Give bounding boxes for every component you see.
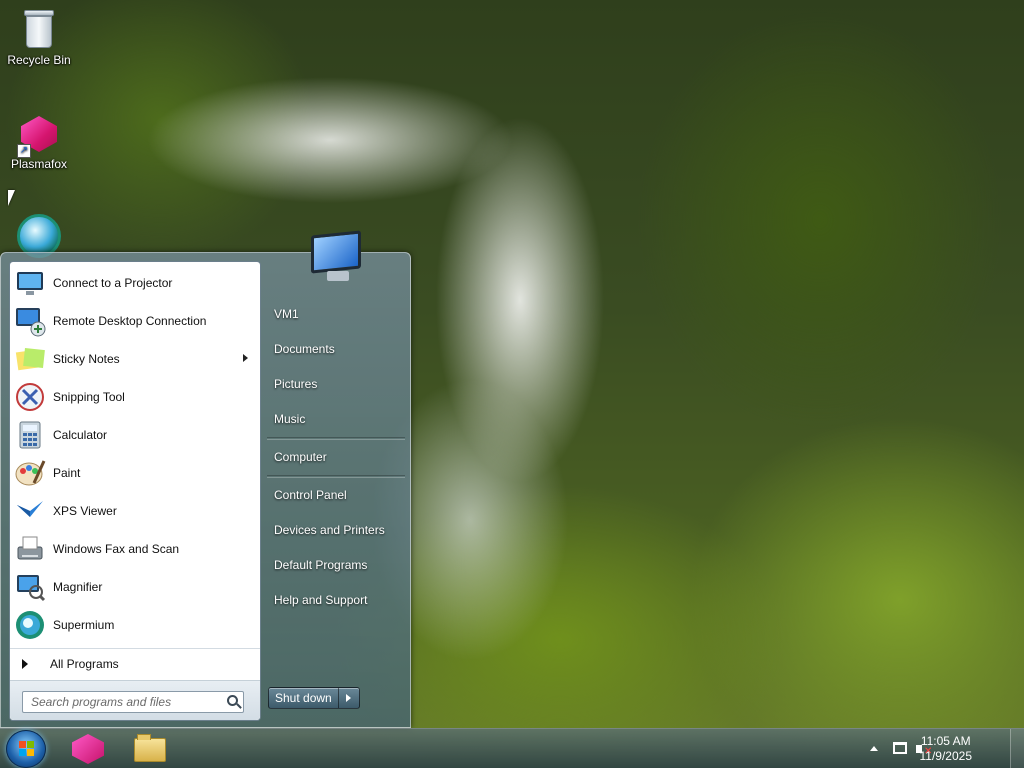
plasmafox-icon [72,734,104,764]
clock-date: 11/9/2025 [919,749,973,763]
program-remote-desktop-connection[interactable]: Remote Desktop Connection [10,302,260,340]
desktop-icon-plasmafox[interactable]: ↗ Plasmafox [1,114,77,171]
program-label: Paint [53,466,81,480]
xps-viewer-icon [14,495,46,527]
program-label: Connect to a Projector [53,276,173,290]
file-explorer-icon [134,734,166,762]
search-input[interactable]: Search programs and files [22,691,244,713]
start-menu-programs-pane: Connect to a Projector Remote Desktop Co… [9,261,261,721]
place-control-panel[interactable]: Control Panel [263,478,409,513]
place-user-folder[interactable]: VM1 [263,297,409,332]
user-picture-icon[interactable] [305,229,365,285]
place-help-and-support[interactable]: Help and Support [263,583,409,618]
program-label: Supermium [53,618,115,632]
taskbar-file-explorer-button[interactable] [122,732,176,766]
network-icon[interactable] [893,742,907,754]
desktop-icon-label: Plasmafox [10,157,68,171]
expand-arrow-icon [22,659,28,669]
place-music[interactable]: Music [263,402,409,437]
start-menu: Connect to a Projector Remote Desktop Co… [0,230,411,728]
program-label: XPS Viewer [53,504,117,518]
program-label: Windows Fax and Scan [53,542,180,556]
fax-scan-icon [14,533,46,565]
clock-time: 11:05 AM [920,734,971,748]
program-connect-to-projector[interactable]: Connect to a Projector [10,264,260,302]
snipping-tool-icon [14,381,46,413]
recycle-bin-icon [22,6,56,50]
start-button[interactable] [6,730,46,768]
plasmafox-icon: ↗ [15,114,63,158]
show-hidden-icons-icon[interactable] [870,746,878,751]
taskbar-plasmafox-button[interactable] [62,732,116,766]
search-icon[interactable] [227,695,238,706]
calculator-icon [14,419,46,451]
place-default-programs[interactable]: Default Programs [263,548,409,583]
place-documents[interactable]: Documents [263,332,409,367]
windows-logo-icon [19,741,35,757]
program-label: Snipping Tool [53,390,125,404]
place-computer[interactable]: Computer [263,440,409,475]
program-magnifier[interactable]: Magnifier [10,568,260,606]
system-tray: ✕ 11:05 AM 11/9/2025 [824,729,1024,768]
all-programs-label: All Programs [50,656,119,671]
clock[interactable]: 11:05 AM 11/9/2025 [920,734,973,764]
desktop-icon-recycle-bin[interactable]: Recycle Bin [1,6,77,67]
program-xps-viewer[interactable]: XPS Viewer [10,492,260,530]
shutdown-options-arrow-icon[interactable] [339,688,359,708]
shutdown-button-group: Shut down [268,687,360,709]
start-menu-places-pane: VM1 Documents Pictures Music Computer Co… [263,297,409,618]
program-label: Calculator [53,428,108,442]
magnifier-icon [14,571,46,603]
sticky-notes-icon [14,343,46,375]
search-placeholder: Search programs and files [31,695,172,709]
all-programs-button[interactable]: All Programs [10,648,260,678]
mouse-cursor-icon [8,190,15,206]
program-snipping-tool[interactable]: Snipping Tool [10,378,260,416]
supermium-icon [14,609,46,641]
program-windows-fax-and-scan[interactable]: Windows Fax and Scan [10,530,260,568]
desktop-icon-label: Recycle Bin [7,53,71,67]
program-list: Connect to a Projector Remote Desktop Co… [10,264,260,644]
place-pictures[interactable]: Pictures [263,367,409,402]
program-label: Remote Desktop Connection [53,314,207,328]
program-calculator[interactable]: Calculator [10,416,260,454]
taskbar: ✕ 11:05 AM 11/9/2025 [0,728,1024,768]
place-devices-and-printers[interactable]: Devices and Printers [263,513,409,548]
submenu-arrow-icon[interactable] [243,354,248,362]
remote-desktop-icon [14,305,46,337]
paint-icon [14,457,46,489]
projector-icon [14,267,46,299]
show-desktop-button[interactable] [1010,729,1024,768]
program-label: Sticky Notes [53,352,120,366]
program-sticky-notes[interactable]: Sticky Notes [10,340,260,378]
program-label: Magnifier [53,580,103,594]
shutdown-button[interactable]: Shut down [269,688,339,708]
program-supermium[interactable]: Supermium [10,606,260,644]
program-paint[interactable]: Paint [10,454,260,492]
search-area: Search programs and files [10,680,260,720]
